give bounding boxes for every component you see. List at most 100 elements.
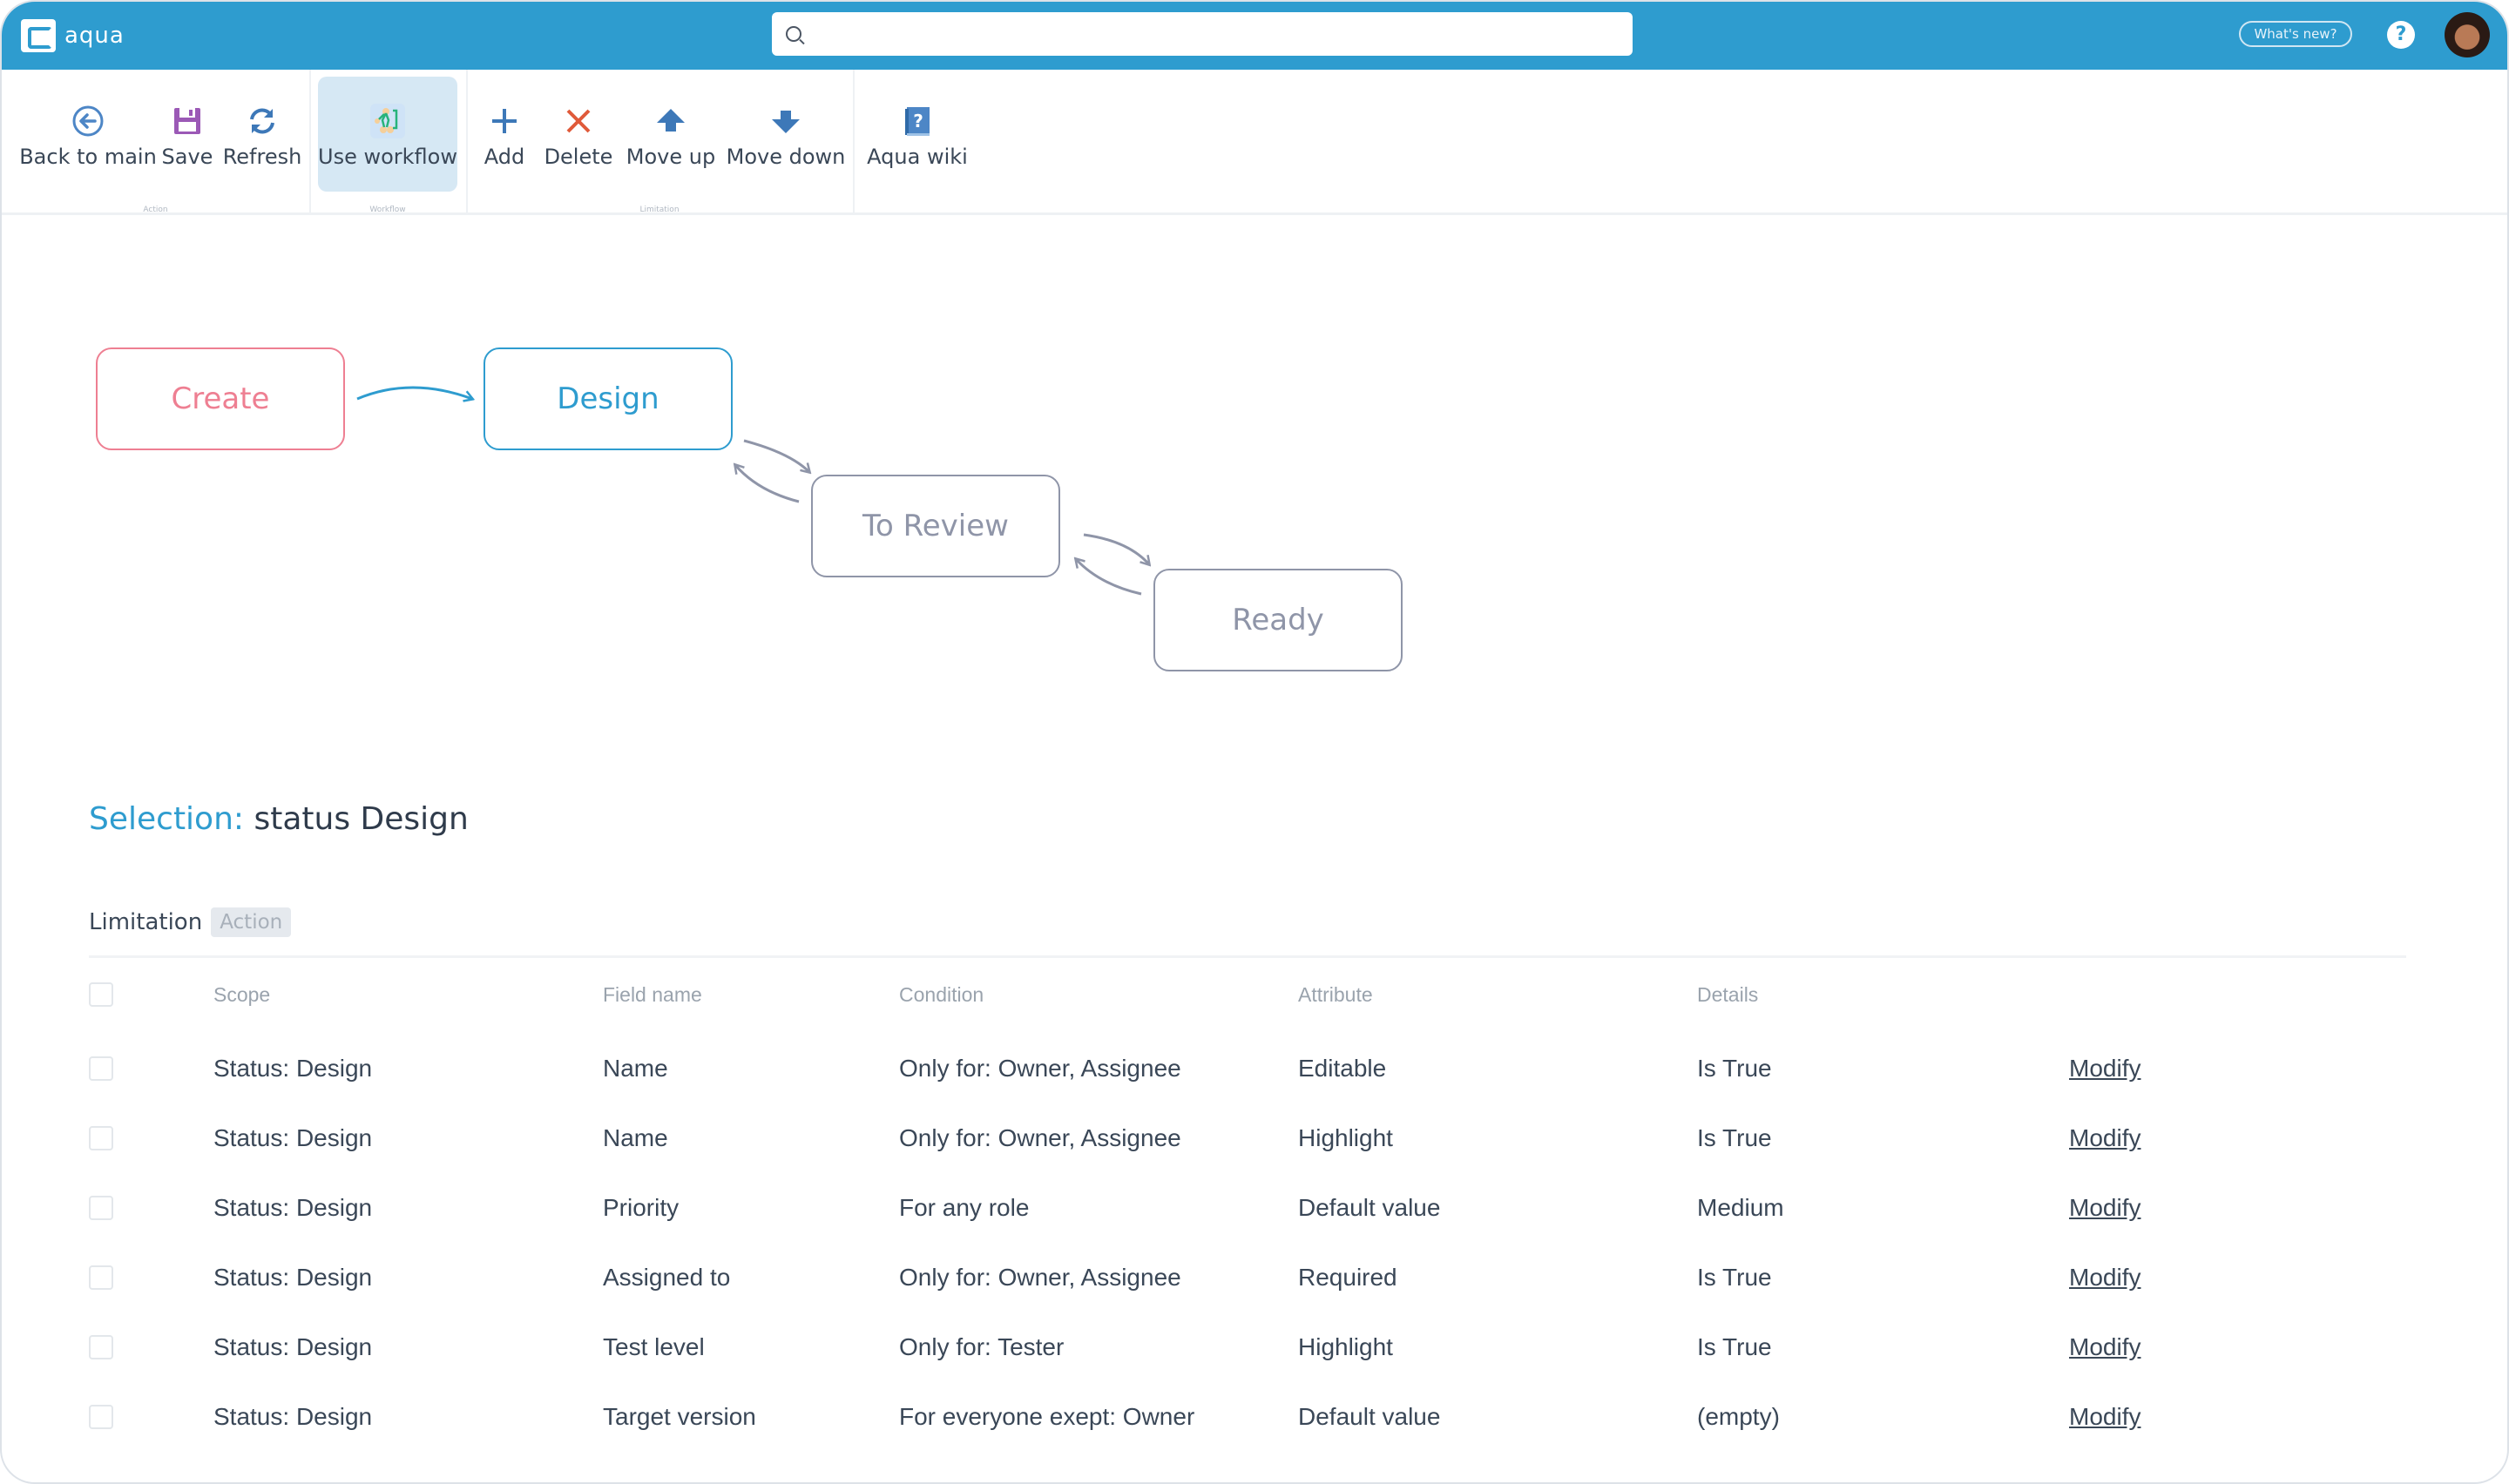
move-down-button[interactable]: Move down (726, 77, 846, 192)
workflow-node-create[interactable]: Create (96, 347, 345, 450)
aqua-logo[interactable]: aqua (21, 19, 125, 52)
delete-button[interactable]: Delete (541, 77, 616, 192)
user-avatar[interactable] (2445, 12, 2490, 57)
row-checkbox[interactable] (89, 1335, 113, 1359)
node-label: Create (171, 381, 270, 416)
button-label: Add (484, 145, 525, 169)
table-row[interactable]: Status: Design Target version For everyone… (89, 1400, 2406, 1434)
help-icon[interactable]: ? (2387, 21, 2415, 49)
floppy-disk-icon (172, 101, 203, 141)
selection-key: Selection: (89, 801, 245, 837)
add-button[interactable]: Add (478, 77, 531, 192)
refresh-icon (245, 101, 280, 141)
column-header-condition[interactable]: Condition (899, 977, 984, 1012)
column-header-details[interactable]: Details (1697, 977, 1758, 1012)
cell-details: Medium (1697, 1194, 1784, 1221)
modify-link[interactable]: Modify (2069, 1330, 2140, 1365)
tab-action[interactable]: Action (211, 907, 292, 937)
cell-details: Is True (1697, 1124, 1772, 1151)
toolbar-group-action: Back to main Save Refresh Action (2, 70, 311, 212)
transition-design-review[interactable] (743, 439, 809, 472)
arrow-down-icon (770, 101, 801, 141)
move-up-button[interactable]: Move up (623, 77, 719, 192)
cell-attribute: Highlight (1298, 1333, 1393, 1360)
table-row[interactable]: Status: Design Priority For any role Defaul… (89, 1191, 2406, 1225)
button-label: Move down (726, 145, 846, 169)
logo-text: aqua (64, 23, 125, 49)
cell-scope: Status: Design (213, 1264, 373, 1291)
button-label: Back to main (19, 145, 157, 169)
cell-field-name: Name (603, 1124, 668, 1151)
cell-condition: Only for: Tester (899, 1333, 1065, 1360)
cell-attribute: Default value (1298, 1403, 1441, 1430)
cell-scope: Status: Design (213, 1333, 373, 1360)
selection-value: status Design (254, 801, 469, 837)
whats-new-button[interactable]: What's new? (2239, 21, 2352, 47)
search-input[interactable] (814, 16, 1633, 52)
table-row[interactable]: Status: Design Name Only for: Owner, Assig… (89, 1051, 2406, 1086)
tabs-divider (89, 955, 2406, 958)
workflow-icon (369, 101, 407, 141)
table-row[interactable]: Status: Design Test level Only for: Tester… (89, 1330, 2406, 1365)
row-checkbox[interactable] (89, 1196, 113, 1220)
transition-review-ready[interactable] (1083, 533, 1149, 564)
cell-attribute: Required (1298, 1264, 1397, 1291)
node-label: To Review (862, 509, 1009, 543)
back-to-main-button[interactable]: Back to main (19, 77, 157, 192)
cell-details: Is True (1697, 1055, 1772, 1082)
cell-field-name: Assigned to (603, 1264, 731, 1291)
aqua-wiki-button[interactable]: ? Aqua wiki (865, 77, 970, 192)
row-checkbox[interactable] (89, 1405, 113, 1429)
row-checkbox[interactable] (89, 1056, 113, 1081)
selection-title: Selection: status Design (89, 801, 469, 837)
row-checkbox[interactable] (89, 1265, 113, 1290)
arrow-up-icon (655, 101, 686, 141)
refresh-button[interactable]: Refresh (223, 77, 301, 192)
row-checkbox[interactable] (89, 1126, 113, 1150)
wiki-book-icon: ? (902, 101, 933, 141)
toolbar-group-limitation: Add Delete Move up Move down Limitation (466, 70, 855, 212)
node-label: Ready (1232, 603, 1324, 637)
workflow-diagram: Create Design To Review Ready (2, 214, 2507, 737)
column-header-attribute[interactable]: Attribute (1298, 977, 1373, 1012)
use-workflow-button[interactable]: Use workflow (318, 77, 457, 192)
workflow-node-design[interactable]: Design (484, 347, 733, 450)
save-button[interactable]: Save (159, 77, 216, 192)
cell-condition: Only for: Owner, Assignee (899, 1264, 1181, 1291)
cell-scope: Status: Design (213, 1194, 373, 1221)
cell-field-name: Priority (603, 1194, 680, 1221)
cell-scope: Status: Design (213, 1124, 373, 1151)
modify-link[interactable]: Modify (2069, 1191, 2140, 1225)
modify-link[interactable]: Modify (2069, 1121, 2140, 1156)
cell-details: (empty) (1697, 1403, 1780, 1430)
cell-scope: Status: Design (213, 1403, 373, 1430)
workflow-node-ready[interactable]: Ready (1153, 569, 1403, 671)
modify-link[interactable]: Modify (2069, 1260, 2140, 1295)
transition-review-design[interactable] (735, 465, 800, 503)
toolbar-group-help: ? Aqua wiki (853, 70, 984, 212)
global-search[interactable] (772, 12, 1633, 56)
detail-tabs: Limitation Action (89, 907, 292, 937)
transition-ready-review[interactable] (1076, 559, 1142, 596)
table-row[interactable]: Status: Design Assigned to Only for: Owner… (89, 1260, 2406, 1295)
select-all-checkbox[interactable] (89, 982, 113, 1007)
modify-link[interactable]: Modify (2069, 1400, 2140, 1434)
cell-condition: Only for: Owner, Assignee (899, 1055, 1181, 1082)
ribbon-toolbar: Back to main Save Refresh Action Use wor… (2, 70, 2507, 215)
table-header: Scope Field name Condition Attribute Det… (89, 977, 2406, 1012)
app-window: aqua What's new? ? Back to main Save Ref… (0, 0, 2509, 1484)
button-label: Move up (626, 145, 716, 169)
modify-link[interactable]: Modify (2069, 1051, 2140, 1086)
column-header-scope[interactable]: Scope (213, 977, 270, 1012)
workflow-node-to-review[interactable]: To Review (811, 475, 1060, 577)
tab-limitation[interactable]: Limitation (89, 909, 202, 935)
button-label: Refresh (222, 145, 302, 169)
button-label: Aqua wiki (867, 145, 968, 169)
table-row[interactable]: Status: Design Name Only for: Owner, Assig… (89, 1121, 2406, 1156)
cell-scope: Status: Design (213, 1055, 373, 1082)
cell-field-name: Test level (603, 1333, 705, 1360)
column-header-field-name[interactable]: Field name (603, 977, 702, 1012)
transition-create-design[interactable] (356, 386, 472, 399)
x-icon (564, 101, 593, 141)
plus-icon (489, 101, 520, 141)
